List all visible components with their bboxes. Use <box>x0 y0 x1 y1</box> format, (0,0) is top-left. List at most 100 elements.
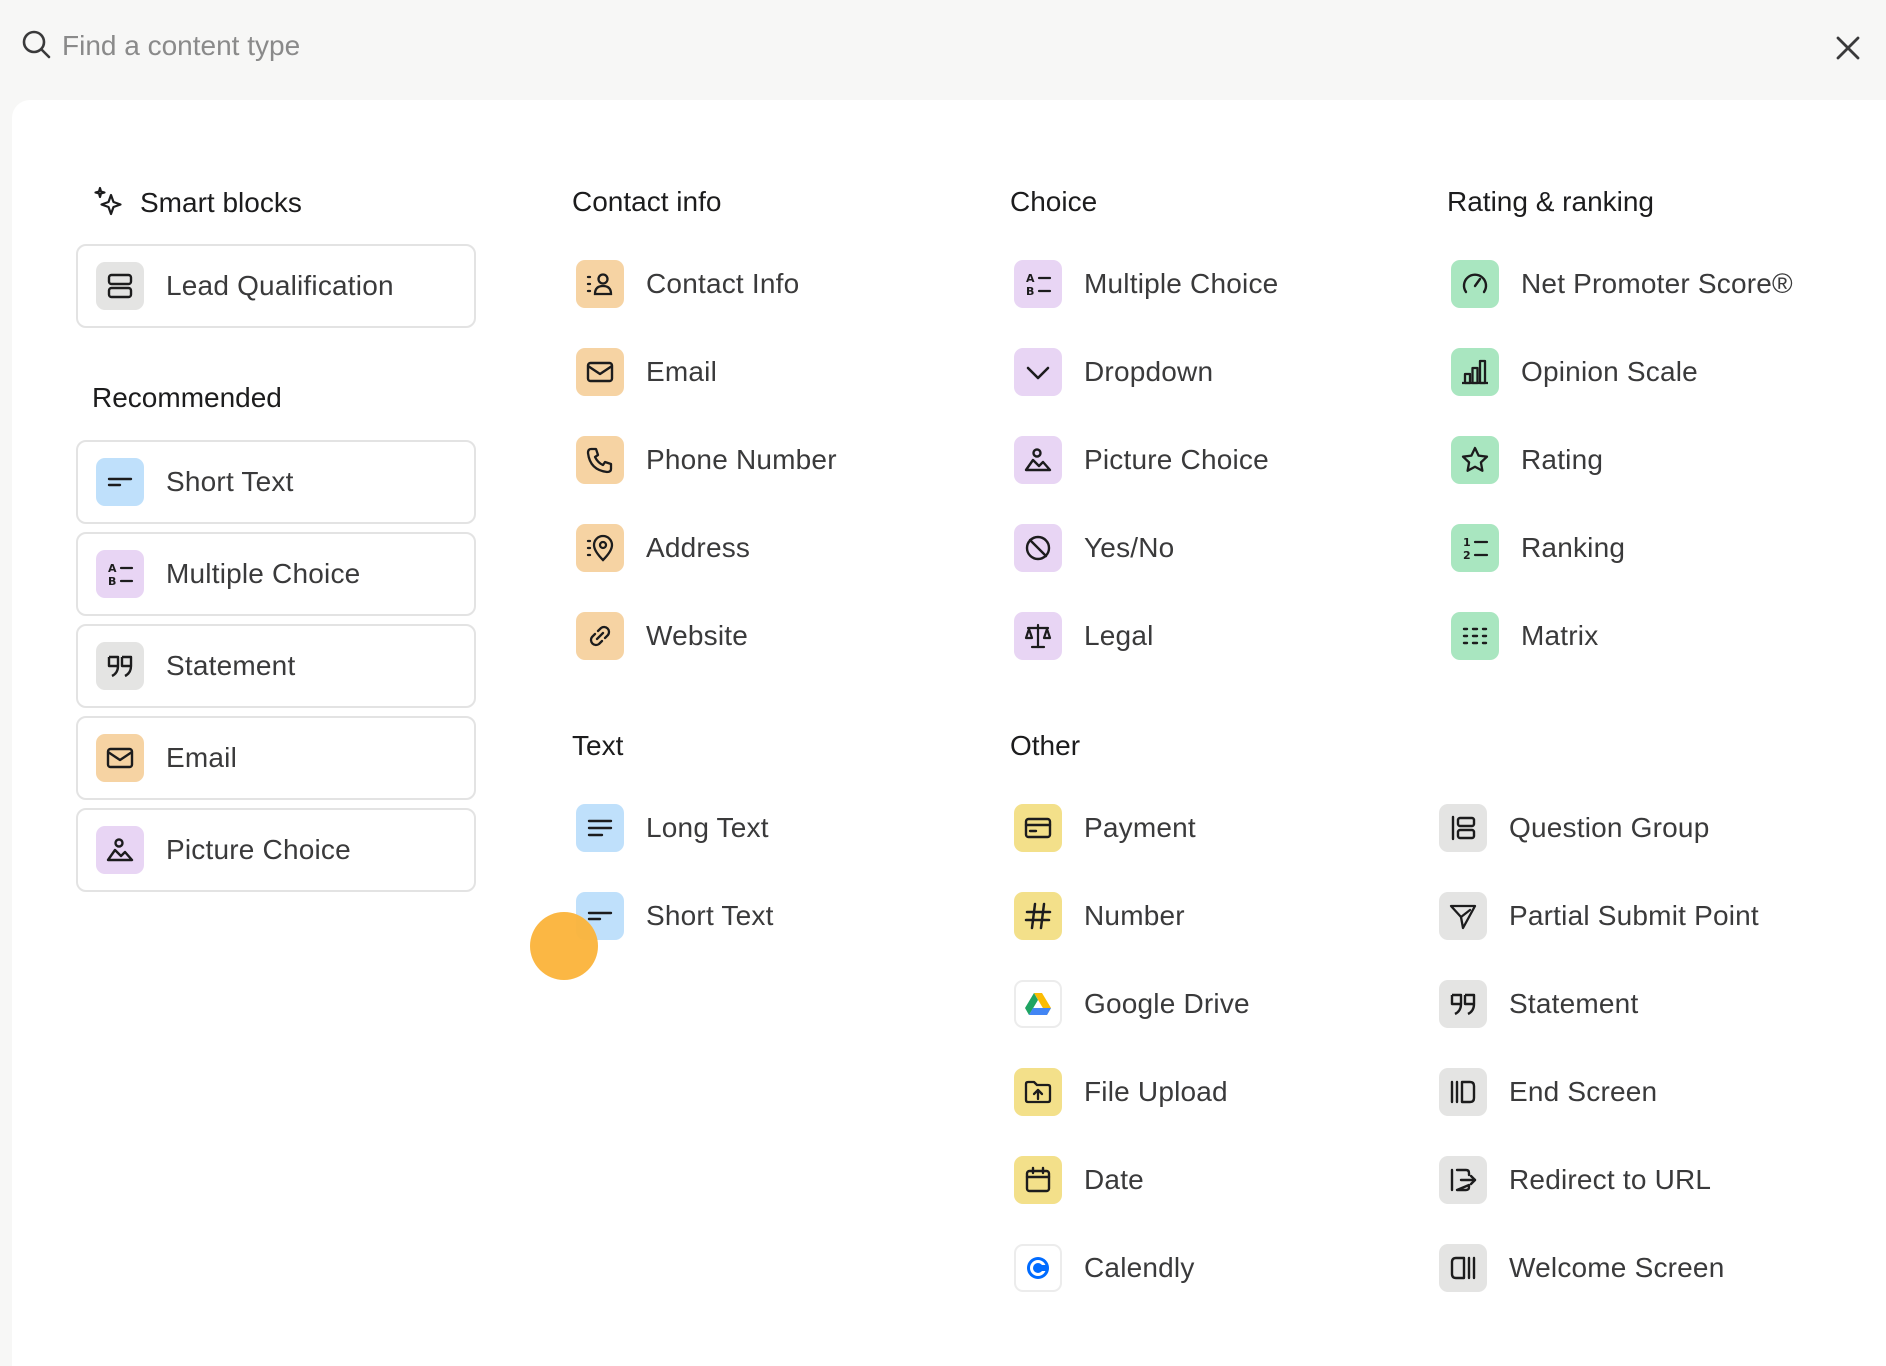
item-label: Google Drive <box>1084 988 1250 1019</box>
item-phone-number[interactable]: Phone Number <box>576 432 837 488</box>
item-label: File Upload <box>1084 1076 1228 1107</box>
item-calendly[interactable]: Calendly <box>1014 1240 1195 1296</box>
statement-tile <box>96 642 144 690</box>
credit-card-icon <box>1024 817 1052 839</box>
close-icon <box>1836 36 1860 60</box>
item-label: Ranking <box>1521 532 1626 563</box>
card-label: Short Text <box>166 466 294 497</box>
map-pin-icon <box>586 534 614 562</box>
item-label: Opinion Scale <box>1521 356 1698 387</box>
search-input[interactable] <box>62 24 1762 68</box>
item-picture-choice[interactable]: Picture Choice <box>1014 432 1269 488</box>
picture-icon <box>106 838 134 862</box>
date-tile <box>1014 1156 1062 1204</box>
recommended-heading: Recommended <box>92 382 282 413</box>
statement-tile <box>1439 980 1487 1028</box>
number-tile <box>1014 892 1062 940</box>
item-file-upload[interactable]: File Upload <box>1014 1064 1228 1120</box>
picture-choice-tile <box>96 826 144 874</box>
card-picture-choice[interactable]: Picture Choice <box>76 808 476 892</box>
item-label: Welcome Screen <box>1509 1252 1725 1283</box>
card-email[interactable]: Email <box>76 716 476 800</box>
item-label: Calendly <box>1084 1252 1195 1283</box>
item-long-text[interactable]: Long Text <box>576 800 769 856</box>
item-end-screen[interactable]: End Screen <box>1439 1064 1657 1120</box>
picture-choice-tile <box>1014 436 1062 484</box>
contact-info-tile <box>576 260 624 308</box>
item-label: Redirect to URL <box>1509 1164 1712 1195</box>
scales-icon <box>1024 623 1052 649</box>
item-number[interactable]: Number <box>1014 888 1185 944</box>
item-dropdown[interactable]: Dropdown <box>1014 344 1213 400</box>
item-google-drive[interactable]: Google Drive <box>1014 976 1250 1032</box>
item-address[interactable]: Address <box>576 520 750 576</box>
quote-icon <box>107 655 133 678</box>
card-label: Statement <box>166 650 296 681</box>
item-yes-no[interactable]: Yes/No <box>1014 520 1174 576</box>
item-website[interactable]: Website <box>576 608 748 664</box>
item-welcome-screen[interactable]: Welcome Screen <box>1439 1240 1724 1296</box>
bar-chart-icon <box>1462 359 1488 385</box>
card-lead-qualification[interactable]: Lead Qualification <box>76 244 476 328</box>
item-ranking[interactable]: 1 2 Ranking <box>1451 520 1625 576</box>
item-label: Website <box>646 620 749 651</box>
google-drive-tile <box>1014 980 1062 1028</box>
envelope-icon <box>586 361 614 383</box>
item-question-group[interactable]: Question Group <box>1439 800 1709 856</box>
item-matrix[interactable]: Matrix <box>1451 608 1598 664</box>
item-payment[interactable]: Payment <box>1014 800 1196 856</box>
payment-tile <box>1014 804 1062 852</box>
multiple-choice-icon: A B <box>108 562 134 588</box>
legal-tile <box>1014 612 1062 660</box>
search-icon <box>22 30 51 59</box>
end-screen-tile <box>1439 1068 1487 1116</box>
item-label: Number <box>1084 900 1185 931</box>
svg-text:1: 1 <box>1463 536 1471 549</box>
picture-icon <box>1024 448 1052 472</box>
star-icon <box>1461 446 1489 472</box>
email-tile <box>96 734 144 782</box>
item-net-promoter-score[interactable]: Net Promoter Score® <box>1451 256 1793 312</box>
file-upload-tile <box>1014 1068 1062 1116</box>
item-redirect-to-url[interactable]: Redirect to URL <box>1439 1152 1711 1208</box>
partial-submit-tile <box>1439 892 1487 940</box>
yes-no-tile <box>1014 524 1062 572</box>
rating-ranking-heading: Rating & ranking <box>1447 186 1655 217</box>
item-label: Dropdown <box>1084 356 1214 387</box>
card-multiple-choice[interactable]: A B Multiple Choice <box>76 532 476 616</box>
phone-icon <box>586 447 613 474</box>
question-group-tile <box>1439 804 1487 852</box>
matrix-icon <box>1462 627 1488 645</box>
svg-text:B: B <box>108 575 116 588</box>
close-button[interactable] <box>1830 30 1866 66</box>
smart-blocks-heading: Smart blocks <box>92 186 302 220</box>
card-statement[interactable]: Statement <box>76 624 476 708</box>
item-legal[interactable]: Legal <box>1014 608 1154 664</box>
welcome-screen-tile <box>1439 1244 1487 1292</box>
quote-icon <box>1450 993 1476 1016</box>
opinion-scale-tile <box>1451 348 1499 396</box>
item-email[interactable]: Email <box>576 344 717 400</box>
item-multiple-choice[interactable]: A B Multiple Choice <box>1014 256 1278 312</box>
item-label: Address <box>646 532 751 563</box>
item-date[interactable]: Date <box>1014 1152 1144 1208</box>
item-label: Yes/No <box>1084 532 1175 563</box>
lead-qualification-icon <box>107 273 133 299</box>
item-opinion-scale[interactable]: Opinion Scale <box>1451 344 1698 400</box>
matrix-tile <box>1451 612 1499 660</box>
card-short-text[interactable]: Short Text <box>76 440 476 524</box>
item-rating[interactable]: Rating <box>1451 432 1603 488</box>
chevron-down-icon <box>1026 366 1050 380</box>
item-statement[interactable]: Statement <box>1439 976 1638 1032</box>
link-icon <box>589 625 611 647</box>
item-short-text[interactable]: Short Text <box>576 888 774 944</box>
item-partial-submit-point[interactable]: Partial Submit Point <box>1439 888 1759 944</box>
item-contact-info[interactable]: Contact Info <box>576 256 799 312</box>
svg-text:A: A <box>108 562 117 575</box>
folder-upload-icon <box>1024 1080 1052 1104</box>
choice-heading: Choice <box>1010 186 1098 217</box>
item-label: Email <box>646 356 718 387</box>
card-label: Lead Qualification <box>166 270 394 301</box>
svg-text:B: B <box>1026 285 1034 298</box>
item-label: Picture Choice <box>1084 444 1269 475</box>
